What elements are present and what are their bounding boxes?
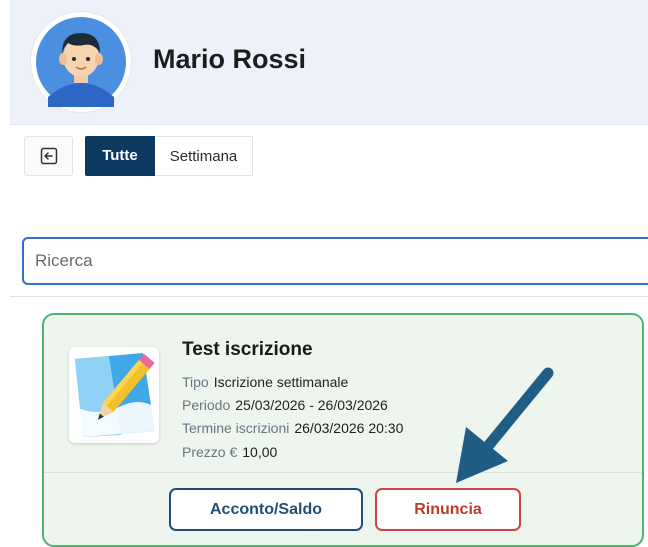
deadline-value: 26/03/2026 20:30 [294, 420, 404, 436]
type-value: Iscrizione settimanale [213, 374, 349, 390]
type-label: Tipo [182, 374, 209, 390]
course-thumbnail [69, 347, 159, 443]
pointer-arrow-icon [456, 367, 554, 483]
period-label: Periodo [182, 397, 231, 413]
price-value: 10,00 [242, 444, 278, 460]
card-title: Test iscrizione [182, 339, 313, 360]
divider [10, 296, 648, 297]
profile-header: Mario Rossi [10, 0, 648, 125]
user-avatar-icon [36, 17, 126, 107]
price-row: Prezzo €10,00 [182, 444, 277, 460]
logout-button[interactable] [24, 136, 73, 176]
user-name: Mario Rossi [153, 44, 307, 74]
deadline-label: Termine iscrizioni [182, 420, 290, 436]
period-value: 25/03/2026 - 26/03/2026 [235, 397, 388, 413]
search-input[interactable] [22, 237, 648, 285]
deadline-row: Termine iscrizioni 26/03/2026 20:30 [182, 420, 403, 436]
pencil-note-icon [75, 353, 155, 437]
cancel-button[interactable]: Rinuncia [375, 488, 521, 531]
type-row: Tipo Iscrizione settimanale [182, 374, 348, 390]
tab-all[interactable]: Tutte [85, 136, 155, 176]
period-row: Periodo 25/03/2026 - 26/03/2026 [182, 397, 388, 413]
avatar [31, 12, 131, 112]
deposit-button[interactable]: Acconto/Saldo [169, 488, 363, 531]
price-label: Prezzo € [182, 444, 238, 460]
tab-week[interactable]: Settimana [155, 136, 253, 176]
logout-icon [40, 147, 58, 165]
